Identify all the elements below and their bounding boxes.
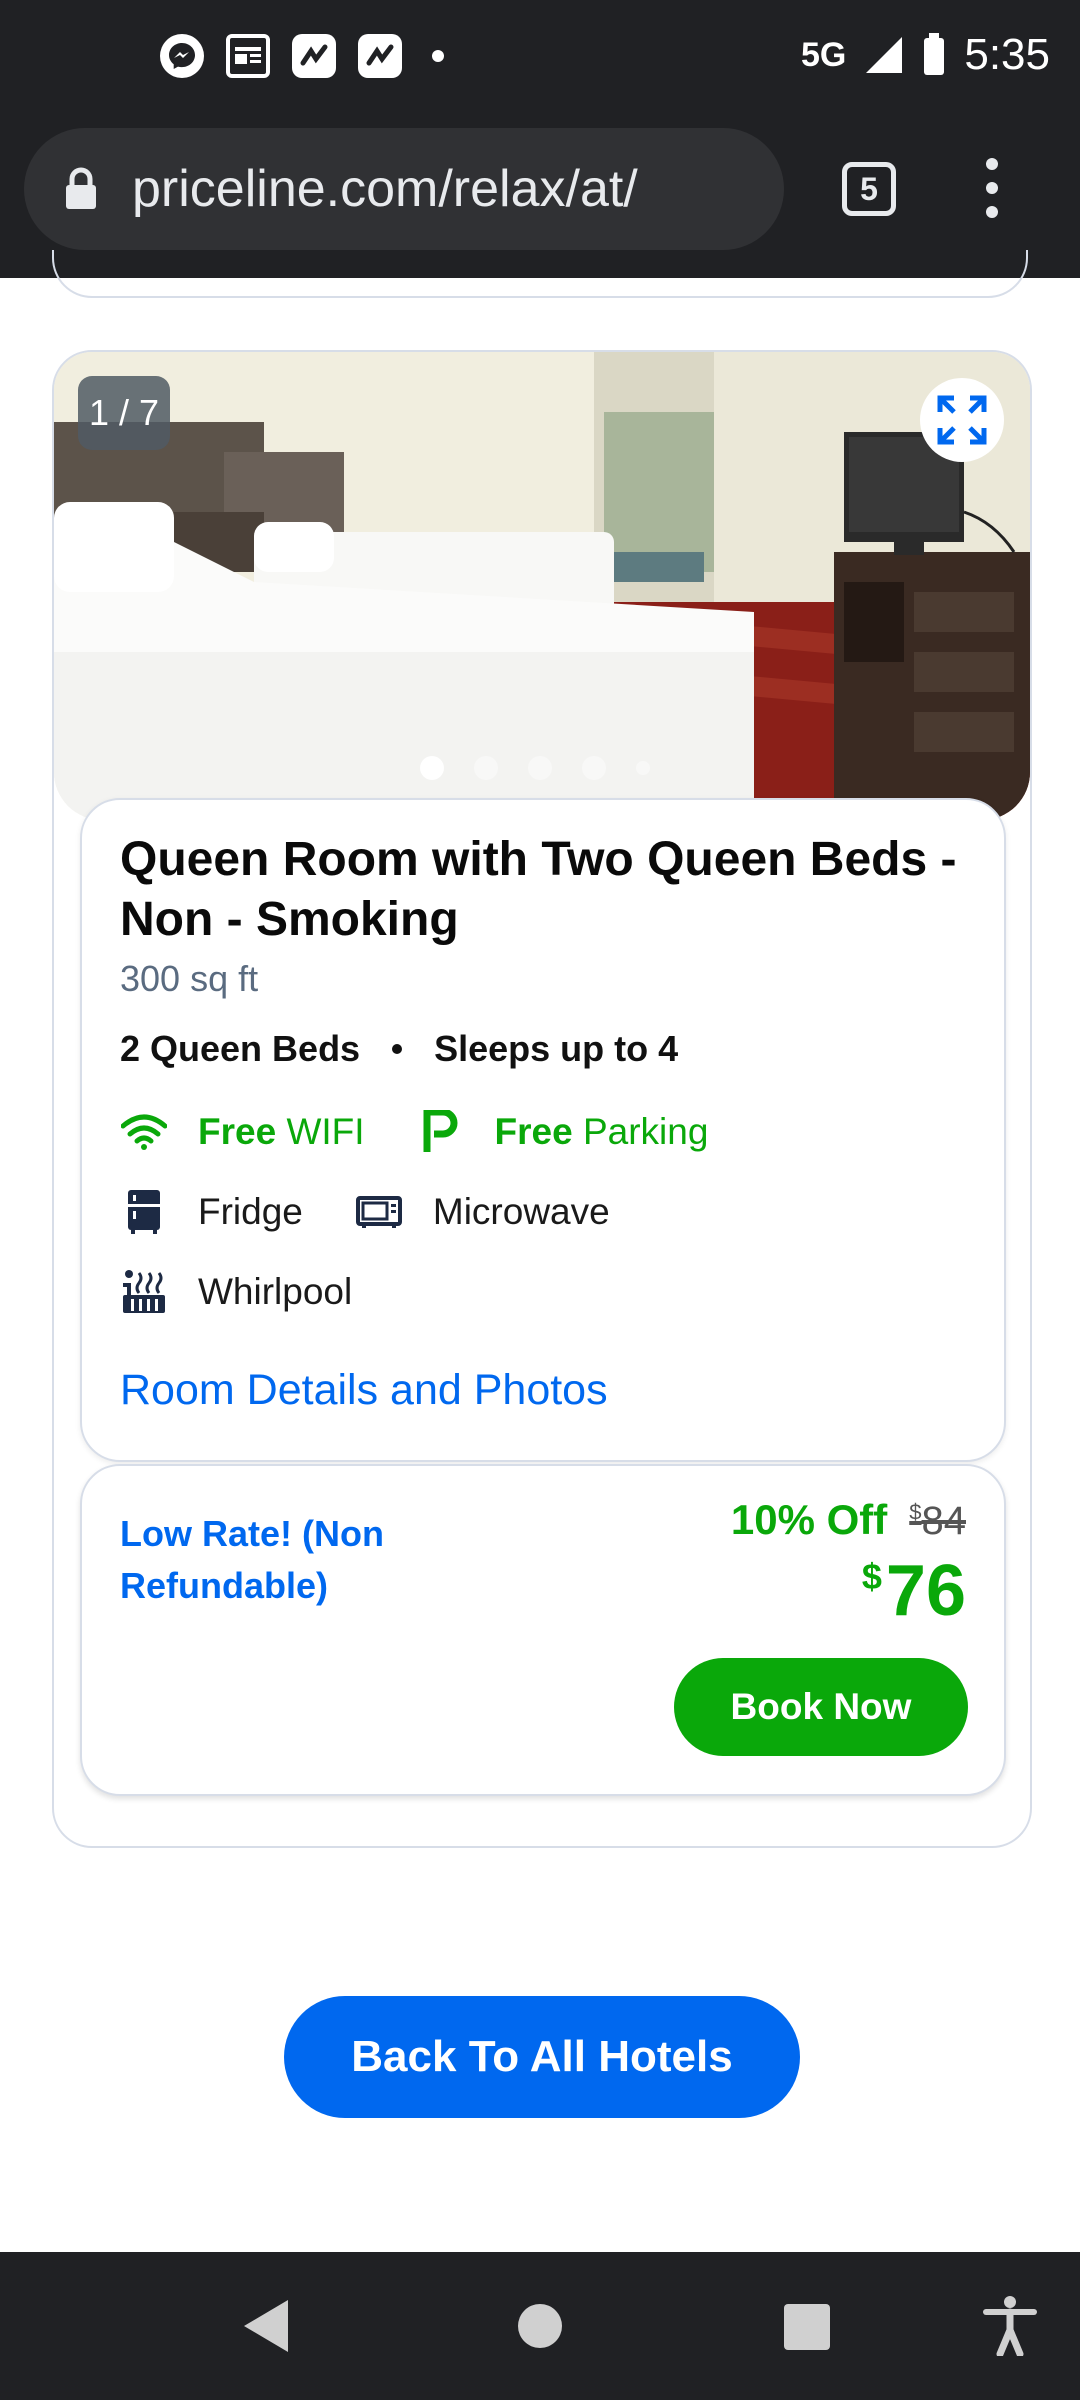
fullscreen-expand-icon[interactable] (920, 378, 1004, 462)
carousel-dot[interactable] (528, 756, 552, 780)
back-to-all-hotels-button[interactable]: Back To All Hotels (284, 1996, 800, 2118)
room-details-link[interactable]: Room Details and Photos (120, 1366, 608, 1415)
more-notifications-dot-icon (432, 50, 444, 62)
clock: 5:35 (964, 30, 1050, 79)
bullet-separator (392, 1044, 403, 1054)
rate-type-label: Low Rate! (Non Refundable) (120, 1513, 384, 1606)
room-photo (54, 352, 1030, 820)
amenity-wifi: Free WIFI (120, 1108, 365, 1156)
amenity-microwave: Microwave (355, 1188, 610, 1236)
parking-label: Parking (582, 1111, 709, 1152)
lock-icon (66, 167, 96, 209)
microwave-label: Microwave (432, 1191, 610, 1232)
rate-card: Low Rate! (Non Refundable) 10% Off $84 $… (80, 1464, 1006, 1796)
hot-tub-icon (120, 1268, 168, 1316)
home-icon[interactable] (518, 2304, 562, 2348)
book-now-button[interactable]: Book Now (674, 1658, 968, 1756)
room-info-card: Queen Room with Two Queen Beds - Non - S… (80, 798, 1006, 1462)
fridge-label: Fridge (198, 1191, 303, 1232)
microwave-icon (355, 1188, 403, 1236)
discount-badge: 10% Off (730, 1496, 888, 1543)
parking-free-text: Free (494, 1111, 573, 1152)
back-icon[interactable] (244, 2300, 288, 2352)
network-type: 5G (801, 35, 847, 74)
carousel-dot[interactable] (582, 756, 606, 780)
wifi-label: WIFI (286, 1111, 365, 1152)
current-price: $ 76 (862, 1550, 966, 1632)
previous-card-edge (52, 250, 1028, 298)
amenity-parking: Free Parking (417, 1108, 709, 1156)
sleeps-count: Sleeps up to 4 (434, 1028, 679, 1069)
room-card: 1 / 7 Queen Room with Two Queen Beds - N… (52, 350, 1032, 1848)
status-bar: 5G 5:35 (0, 0, 1080, 124)
tab-switcher-button[interactable]: 5 (842, 162, 896, 216)
app-icon (358, 34, 402, 78)
room-photo-carousel[interactable]: 1 / 7 (54, 352, 1030, 820)
news-icon (226, 34, 270, 78)
beds-and-occupancy: 2 Queen Beds Sleeps up to 4 (120, 1028, 678, 1070)
address-bar[interactable]: priceline.com/relax/at/ (24, 128, 784, 250)
wifi-free-text: Free (198, 1111, 277, 1152)
url-text: priceline.com/relax/at/ (132, 160, 638, 218)
room-size: 300 sq ft (120, 958, 259, 999)
fridge-icon (120, 1188, 168, 1236)
browser-menu-icon[interactable] (982, 158, 1002, 218)
carousel-dot[interactable] (420, 756, 444, 780)
price-amount: 76 (885, 1551, 966, 1631)
app-icon (292, 34, 336, 78)
messenger-icon (160, 34, 204, 78)
whirlpool-label: Whirlpool (198, 1271, 353, 1312)
price-currency: $ (861, 1556, 882, 1597)
discount-row: 10% Off $84 (731, 1496, 966, 1544)
amenities-row-2: Fridge Microwave (120, 1188, 662, 1236)
amenity-fridge: Fridge (120, 1188, 303, 1236)
carousel-dots (420, 756, 650, 780)
room-title: Queen Room with Two Queen Beds - Non - S… (120, 833, 957, 946)
bed-count: 2 Queen Beds (120, 1028, 361, 1069)
amenities-row-3: Whirlpool (120, 1268, 404, 1316)
signal-icon (866, 37, 903, 73)
photo-counter: 1 / 7 (78, 376, 170, 450)
carousel-dot[interactable] (636, 761, 650, 775)
parking-icon (417, 1108, 465, 1156)
recent-apps-icon[interactable] (784, 2304, 830, 2350)
amenity-whirlpool: Whirlpool (120, 1268, 352, 1316)
wifi-icon (120, 1108, 168, 1156)
battery-icon (924, 33, 945, 75)
system-navigation-bar (0, 2252, 1080, 2400)
notification-icons (160, 34, 444, 78)
amenities-row-1: Free WIFI Free Parking (120, 1108, 760, 1156)
original-price: $84 (909, 1499, 966, 1543)
accessibility-icon[interactable] (982, 2296, 1038, 2356)
carousel-dot[interactable] (474, 756, 498, 780)
